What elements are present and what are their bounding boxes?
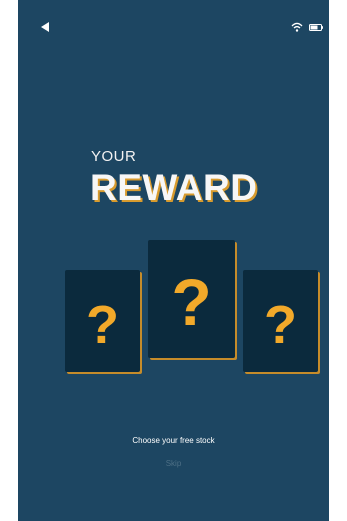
title-line-your: YOUR [91, 148, 137, 165]
skip-button[interactable]: Skip [18, 459, 329, 468]
instruction-text: Choose your free stock [132, 436, 215, 445]
mystery-card-left[interactable]: ? [65, 270, 140, 372]
wifi-icon [291, 22, 303, 32]
reward-screen: YOUR REWARD ? ? ? Choose your free stock… [18, 0, 329, 521]
question-mark: ? [86, 295, 119, 355]
mystery-card-middle[interactable]: ? [148, 240, 235, 358]
battery-icon [309, 24, 323, 31]
title-line-reward: REWARD [90, 167, 258, 208]
back-button[interactable] [38, 20, 52, 34]
question-mark: ? [264, 295, 297, 355]
mystery-card-right[interactable]: ? [243, 270, 318, 372]
question-mark: ? [171, 265, 212, 339]
status-bar [18, 0, 329, 48]
back-triangle-icon [41, 22, 49, 32]
